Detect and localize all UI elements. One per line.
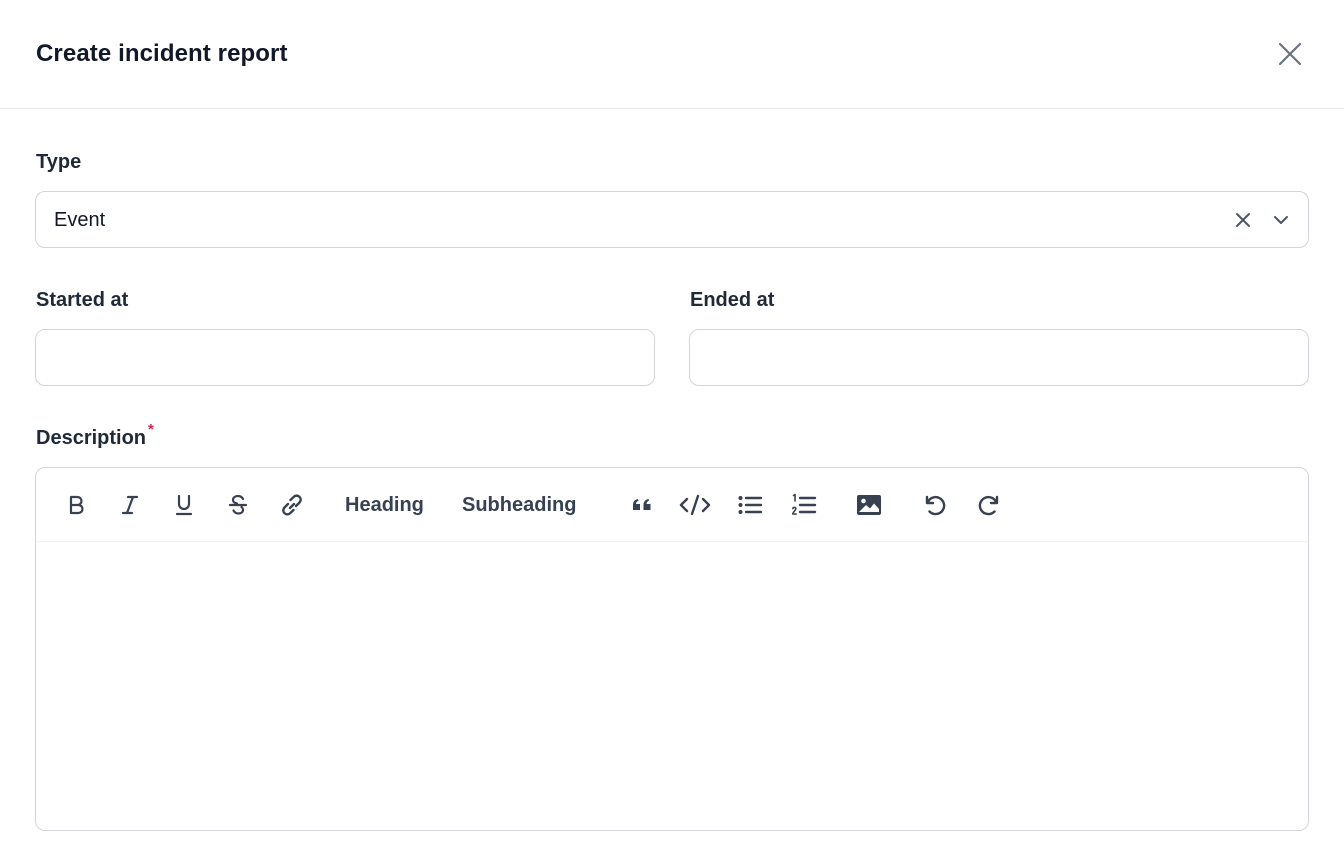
undo-button[interactable]: [916, 486, 954, 524]
ended-at-input[interactable]: [689, 329, 1309, 386]
insert-image-button[interactable]: [850, 486, 888, 524]
strikethrough-icon: [228, 494, 248, 515]
code-icon: [679, 494, 711, 516]
ended-at-label: Ended at: [690, 289, 775, 311]
required-indicator: *: [148, 421, 154, 438]
quote-icon: [633, 499, 651, 510]
type-label: Type: [36, 151, 82, 173]
type-dropdown-toggle[interactable]: [1269, 208, 1293, 232]
description-label: Description *: [36, 421, 154, 450]
bullet-list-button[interactable]: [731, 486, 769, 524]
bold-icon: [69, 495, 84, 515]
strikethrough-button[interactable]: [219, 486, 257, 524]
blockquote-button[interactable]: [623, 486, 661, 524]
redo-icon: [978, 495, 999, 516]
heading-button-label: Heading: [345, 493, 424, 516]
subheading-button[interactable]: Subheading: [462, 486, 576, 524]
description-label-text: Description: [36, 427, 147, 449]
clear-selection-button[interactable]: [1231, 208, 1255, 232]
close-button[interactable]: [1272, 36, 1308, 72]
subheading-button-label: Subheading: [462, 493, 577, 516]
link-button[interactable]: [273, 486, 311, 524]
rich-text-editor: Heading Subheading: [35, 467, 1309, 831]
dialog-title: Create incident report: [36, 40, 288, 67]
italic-icon: [121, 495, 139, 515]
close-icon: [1278, 42, 1302, 66]
italic-button[interactable]: [111, 486, 149, 524]
incident-report-dialog: Create incident report Type Event Starte…: [0, 0, 1344, 865]
editor-toolbar: Heading Subheading: [36, 468, 1308, 542]
chevron-down-icon: [1274, 216, 1288, 224]
started-at-input[interactable]: [35, 329, 655, 386]
type-select-value: Event: [54, 209, 106, 231]
description-editor-content[interactable]: [36, 543, 1308, 830]
numbered-list-icon: [792, 493, 817, 515]
heading-button[interactable]: Heading: [345, 486, 424, 524]
type-select[interactable]: Event: [35, 191, 1309, 248]
redo-button[interactable]: [970, 486, 1008, 524]
bullet-list-icon: [738, 496, 763, 514]
underline-button[interactable]: [165, 486, 203, 524]
underline-icon: [175, 494, 193, 516]
code-block-button[interactable]: [676, 486, 714, 524]
dialog-header: Create incident report: [0, 0, 1344, 109]
bold-button[interactable]: [57, 486, 95, 524]
numbered-list-button[interactable]: [785, 486, 823, 524]
link-icon: [282, 494, 302, 516]
image-icon: [857, 495, 881, 515]
clear-icon: [1236, 213, 1250, 227]
undo-icon: [925, 495, 946, 516]
started-at-label: Started at: [36, 289, 129, 311]
